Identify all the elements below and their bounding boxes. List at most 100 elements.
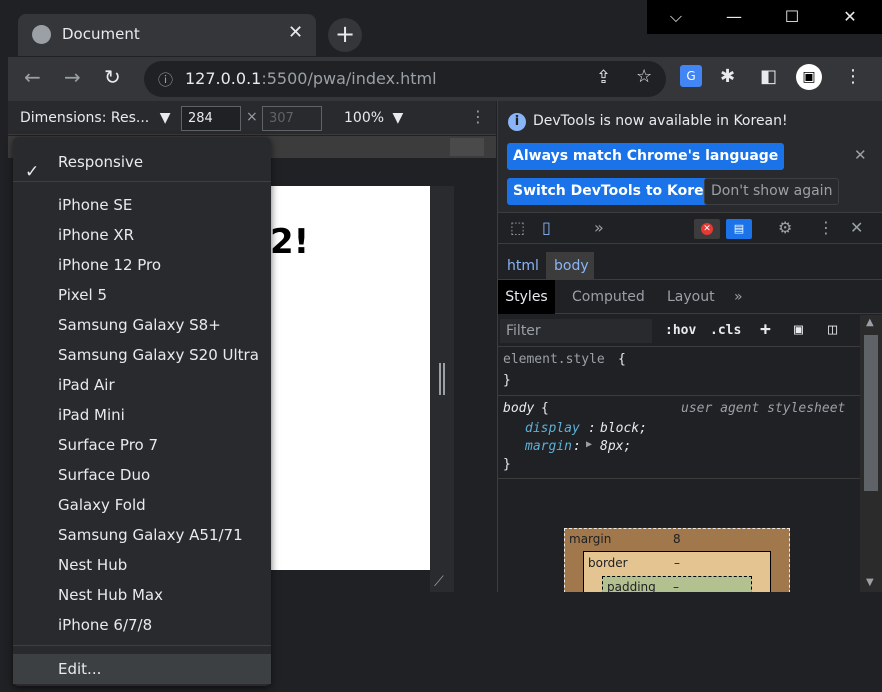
menu-item-device[interactable]: Samsung Galaxy S8+ [13,310,271,340]
padding-value[interactable]: – [673,580,679,592]
tab-styles[interactable]: Styles [498,280,555,314]
display-property: display [525,421,580,436]
tab-search-icon[interactable]: ⌵ [647,0,705,34]
error-count-badge[interactable]: ✕ [694,219,720,239]
always-match-language-button[interactable]: Always match Chrome's language [507,143,785,170]
menu-item-device[interactable]: Surface Pro 7 [13,430,271,460]
menu-divider [13,645,271,646]
menu-item-edit[interactable]: Edit... [13,654,271,684]
chevron-down-icon: ▼ [159,110,171,126]
zoom-value: 100% [344,110,385,126]
minimize-button[interactable]: — [705,0,763,34]
menu-item-device[interactable]: Pixel 5 [13,280,271,310]
chevron-down-icon: ▼ [392,110,404,126]
menu-item-device[interactable]: iPad Air [13,370,271,400]
sidebar-tabs: Styles Computed Layout » [498,280,882,314]
height-input[interactable]: 307 [262,106,322,131]
window-controls: ⌵ — ☐ ✕ [647,0,882,34]
paint-bucket-icon[interactable]: ▣ [794,320,803,338]
menu-item-responsive[interactable]: ✓ Responsive [13,147,271,182]
margin-property: margin [525,439,572,454]
forward-icon[interactable]: → [64,65,81,89]
padding-label: padding [607,580,656,592]
more-tabs-chevron-icon[interactable]: » [594,219,604,237]
expand-triangle-icon[interactable]: ▶ [586,439,592,450]
menu-item-device[interactable]: iPhone SE [13,190,271,220]
toggle-sidebar-icon[interactable]: ◫ [828,320,837,338]
tab-computed[interactable]: Computed [572,280,645,314]
border-value[interactable]: – [674,556,680,570]
margin-value[interactable]: 8 [673,532,681,546]
bookmark-star-icon[interactable]: ☆ [636,66,652,87]
switch-to-korean-button[interactable]: Switch DevTools to Korean [507,178,730,205]
menu-item-device[interactable]: iPhone 6/7/8 [13,610,271,640]
breadcrumb-html[interactable]: html [507,258,539,274]
profile-avatar[interactable]: ▣ [796,64,822,90]
new-rule-plus-icon[interactable]: + [760,319,771,340]
inspect-element-icon[interactable]: ⬚ [510,219,525,237]
address-bar[interactable]: ⓘ 127.0.0.1:5500/pwa/index.html ⇪ ☆ [144,61,666,97]
menu-item-device[interactable]: iPhone XR [13,220,271,250]
box-model-border[interactable]: border – padding – [583,551,771,592]
translate-extension-icon[interactable]: G [680,65,702,87]
styles-scrollbar[interactable]: ▲ ▼ [860,315,882,592]
menu-item-device[interactable]: iPhone 12 Pro [13,250,271,280]
zoom-dropdown[interactable]: 100% ▼ [344,110,403,126]
menu-item-label: Responsive [58,153,144,171]
menu-item-device[interactable]: Galaxy Fold [13,490,271,520]
tab-layout[interactable]: Layout [667,280,715,314]
extensions-puzzle-icon[interactable]: ✱ [720,65,735,89]
box-model-padding[interactable]: padding – [602,576,752,592]
media-query-segment[interactable] [450,138,484,156]
dont-show-again-button[interactable]: Don't show again [704,178,840,205]
hov-button[interactable]: :hov [665,323,696,338]
width-input[interactable]: 284 [181,106,241,131]
user-agent-label: user agent stylesheet [681,401,846,416]
scroll-thumb[interactable] [864,335,878,491]
new-tab-button[interactable]: + [328,18,362,52]
menu-item-device[interactable]: Nest Hub Max [13,580,271,610]
display-value: block; [600,421,647,436]
tab-close-icon[interactable]: ✕ [288,23,303,43]
filter-input[interactable]: Filter [500,319,652,343]
element-style-selector: element.style [503,352,605,367]
open-brace: { [618,352,626,367]
infobar-message: DevTools is now available in Korean! [533,113,788,129]
globe-icon [32,25,51,44]
colon: : [588,421,596,436]
menu-item-device[interactable]: Surface Duo [13,460,271,490]
dimensions-dropdown[interactable]: Dimensions: Res... ▼ [20,110,170,126]
box-model-margin[interactable]: margin 8 border – padding – [564,528,790,592]
scroll-down-icon[interactable]: ▼ [866,577,874,588]
more-tabs-chevron-icon[interactable]: » [734,280,743,314]
menu-item-device[interactable]: iPad Mini [13,400,271,430]
share-icon[interactable]: ⇪ [596,67,611,88]
breadcrumb-body[interactable]: body [554,258,589,274]
scroll-up-icon[interactable]: ▲ [866,317,874,328]
device-toggle-icon[interactable]: ▯ [542,219,551,237]
back-icon[interactable]: ← [24,65,41,89]
menu-item-device[interactable]: Samsung Galaxy S20 Ultra [13,340,271,370]
cls-button[interactable]: .cls [710,323,741,338]
close-devtools-icon[interactable]: ✕ [850,219,863,237]
device-toolbar-more-icon[interactable]: ⋮ [470,107,486,126]
reload-icon[interactable]: ↻ [104,65,121,89]
settings-gear-icon[interactable]: ⚙ [778,219,792,237]
language-infobar: i DevTools is now available in Korean! A… [498,101,882,212]
resize-handle-icon[interactable] [439,363,445,395]
side-panel-icon[interactable]: ◧ [760,65,777,89]
maximize-button[interactable]: ☐ [763,0,821,34]
title-bar: Document ✕ + ⌵ — ☐ ✕ [0,0,882,57]
infobar-close-icon[interactable]: ✕ [854,146,867,164]
menu-item-device[interactable]: Nest Hub [13,550,271,580]
chrome-menu-icon[interactable]: ⋮ [844,65,862,89]
menu-item-device[interactable]: Samsung Galaxy A51/71 [13,520,271,550]
devtools-more-icon[interactable]: ⋮ [818,219,834,237]
browser-tab[interactable]: Document ✕ [18,14,316,56]
device-toolbar: Dimensions: Res... ▼ 284 × 307 100% ▼ ⋮ [8,101,496,135]
corner-resize-icon[interactable]: ⟋ [434,574,444,590]
url-path: :5500/pwa/index.html [261,69,437,88]
issues-badge[interactable]: ▤ [726,219,752,239]
site-info-icon[interactable]: ⓘ [158,69,173,90]
close-window-button[interactable]: ✕ [821,0,879,34]
